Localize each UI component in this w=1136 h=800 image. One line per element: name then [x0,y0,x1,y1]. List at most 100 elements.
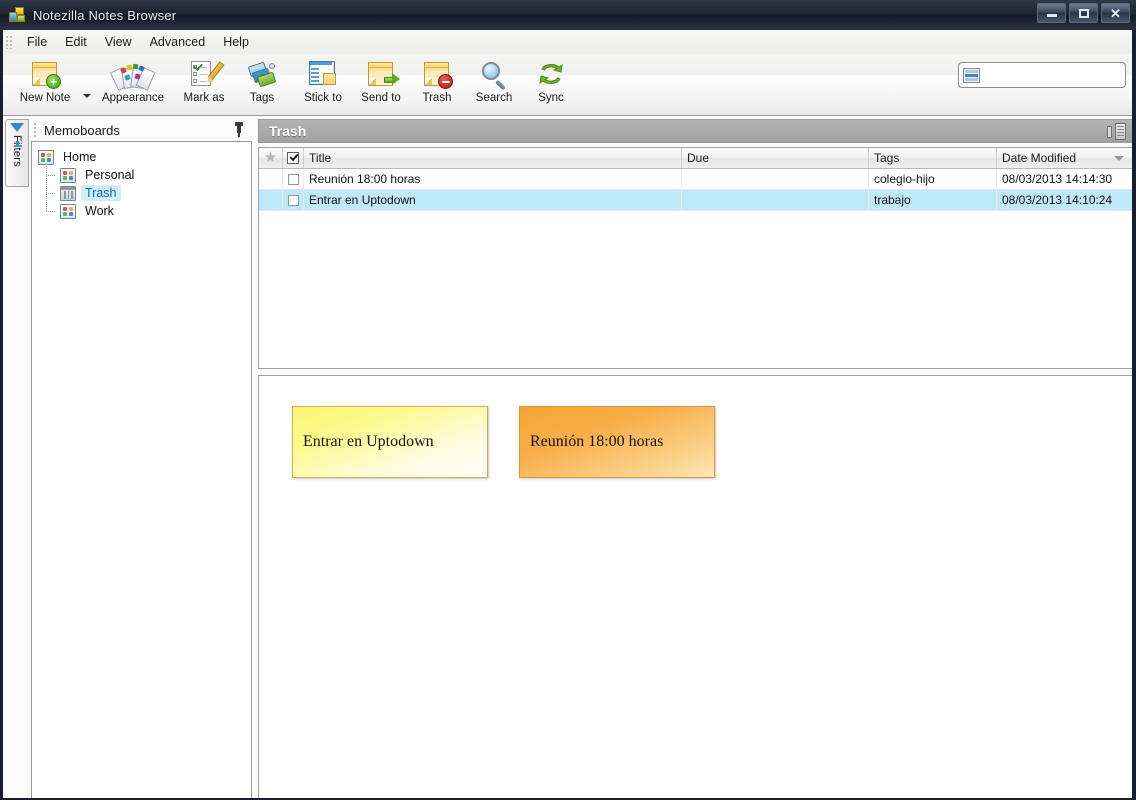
menu-grip-handle[interactable] [5,35,14,49]
tags-button[interactable]: Tags [236,54,288,112]
stick-to-icon [308,57,338,91]
menu-item-edit[interactable]: Edit [56,32,96,52]
search-scope-list-icon[interactable] [963,68,980,83]
checkbox-unchecked-icon[interactable] [288,174,299,185]
menu-item-file[interactable]: File [18,32,56,52]
search-input[interactable] [983,64,1136,86]
row-title-cell: Reunión 18:00 horas [304,169,682,189]
minimize-button[interactable] [1037,3,1066,23]
new-note-label: New Note [20,92,71,104]
table-header-row: ★ Title Due Tags Date Modified [259,148,1133,169]
sync-icon [536,57,566,91]
tree-item-trash[interactable]: Trash [38,184,251,202]
row-date-cell: 08/03/2013 14:14:30 [997,169,1133,189]
row-star-cell[interactable] [259,190,283,210]
memoboard-icon [38,150,54,165]
note-card[interactable]: Entrar en Uptodown [292,406,488,478]
new-note-button[interactable]: + New Note [10,54,80,112]
memoboards-title: Memoboards [44,123,232,138]
memoboard-icon [60,204,76,219]
menu-bar: File Edit View Advanced Help [0,30,1136,54]
checkbox-checked-icon[interactable] [287,152,299,164]
sync-label: Sync [538,92,564,104]
window-controls: ✕ [1037,3,1130,23]
tree-item-work[interactable]: Work [38,202,251,220]
stick-to-label: Stick to [304,92,342,104]
filters-tab[interactable]: Filters [5,119,29,187]
column-header-star[interactable]: ★ [259,148,283,168]
close-button[interactable]: ✕ [1101,3,1130,23]
trash-board-icon [60,186,76,201]
mark-as-button[interactable]: Mark as [172,54,236,112]
window-border-right [1132,30,1136,800]
column-header-title[interactable]: Title [304,148,682,168]
layout-toggle-icon[interactable] [1107,123,1126,140]
note-card-text: Reunión 18:00 horas [530,433,663,451]
column-header-due[interactable]: Due [682,148,869,168]
tree-item-label: Work [81,203,118,219]
search-button[interactable]: Search [464,54,524,112]
maximize-button[interactable] [1069,3,1098,23]
tree-indent-guide [38,202,60,220]
send-to-label: Send to [361,92,401,104]
row-date-cell: 08/03/2013 14:10:24 [997,190,1133,210]
page-title: Trash [269,123,306,139]
stick-to-button[interactable]: Stick to [294,54,352,112]
row-star-cell[interactable] [259,169,283,189]
search-magnifier-icon [479,57,509,91]
row-checkbox-cell[interactable] [283,190,304,210]
tree-item-label: Personal [81,167,138,183]
row-checkbox-cell[interactable] [283,169,304,189]
checkbox-unchecked-icon[interactable] [288,195,299,206]
sync-button[interactable]: Sync [524,54,578,112]
menu-item-help[interactable]: Help [214,32,258,52]
memoboards-grip-handle[interactable] [33,122,38,138]
table-row[interactable]: Entrar en Uptodown trabajo 08/03/2013 14… [259,190,1133,211]
main-toolbar: + New Note Appearance [0,54,1136,116]
memoboard-icon [60,168,76,183]
application-window: Notezilla Notes Browser ✕ File Edit View… [0,0,1136,800]
search-label: Search [476,92,512,104]
mark-as-checklist-icon [189,57,219,91]
tree-item-label: Trash [81,185,121,201]
column-header-date-modified-label: Date Modified [1002,151,1076,165]
row-tags-cell: colegio-hijo [869,169,997,189]
send-to-icon [367,57,395,91]
filters-tab-label: Filters [11,135,23,167]
menu-item-advanced[interactable]: Advanced [141,32,215,52]
notezilla-logo-icon [9,7,25,23]
column-header-checkbox[interactable] [283,148,304,168]
memoboards-tree: Home Personal Trash [32,142,251,220]
toolbar-search-box[interactable] [958,62,1126,88]
appearance-button[interactable]: Appearance [94,54,172,112]
pin-icon[interactable] [232,122,246,138]
menu-item-view[interactable]: View [96,32,141,52]
trash-icon [423,57,451,91]
new-note-dropdown-arrow[interactable] [80,94,94,98]
tags-icon [247,57,277,91]
note-preview-pane: Entrar en Uptodown Reunión 18:00 horas [258,375,1134,799]
row-title-cell: Entrar en Uptodown [304,190,682,210]
star-icon: ★ [263,151,278,165]
column-header-date-modified[interactable]: Date Modified [997,148,1133,168]
appearance-label: Appearance [102,92,164,104]
tags-label: Tags [250,92,274,104]
tree-item-personal[interactable]: Personal [38,166,251,184]
column-header-tags[interactable]: Tags [869,148,997,168]
trash-button[interactable]: Trash [410,54,464,112]
row-due-cell [682,190,869,210]
table-row[interactable]: Reunión 18:00 horas colegio-hijo 08/03/2… [259,169,1133,190]
row-due-cell [682,169,869,189]
memoboards-tree-panel[interactable]: Home Personal Trash [31,141,252,799]
note-card[interactable]: Reunión 18:00 horas [519,406,715,478]
trash-label: Trash [423,92,452,104]
memoboards-panel-header: Memoboards [30,119,252,141]
mark-as-label: Mark as [184,92,225,104]
appearance-palette-icon [118,57,148,91]
send-to-button[interactable]: Send to [352,54,410,112]
note-card-text: Entrar en Uptodown [303,433,434,451]
notes-list-table[interactable]: ★ Title Due Tags Date Modified Reunión 1… [258,147,1134,369]
tree-item-label: Home [59,149,100,165]
funnel-icon [10,123,24,132]
tree-item-home[interactable]: Home [38,148,251,166]
